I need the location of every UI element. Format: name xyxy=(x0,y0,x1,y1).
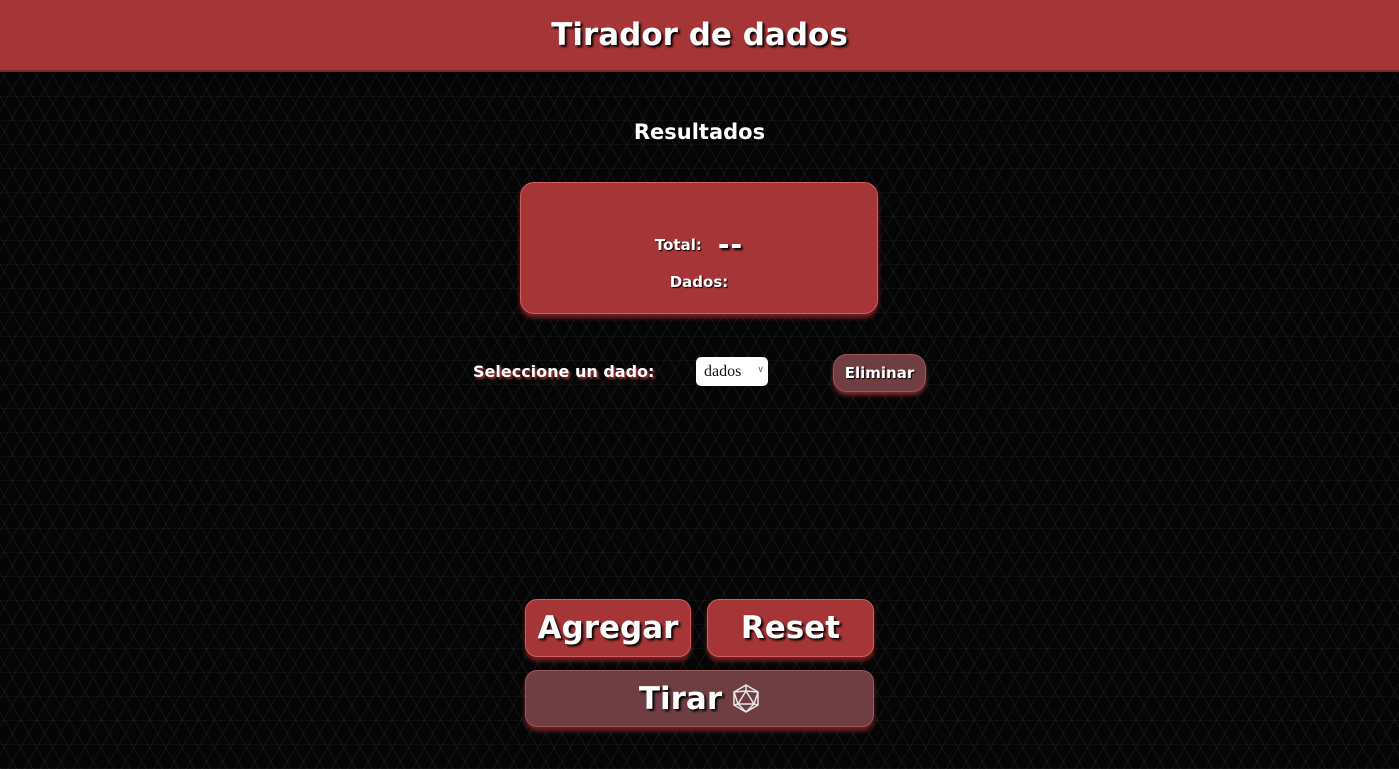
d20-icon xyxy=(733,684,759,713)
total-value: -- xyxy=(717,228,744,261)
delete-button[interactable]: Eliminar xyxy=(833,354,926,392)
dice-select-label: Seleccione un dado: xyxy=(473,362,655,381)
dice-select[interactable]: dados ∨ xyxy=(696,357,768,386)
total-row: Total: -- xyxy=(521,231,877,259)
add-button[interactable]: Agregar xyxy=(525,599,691,657)
results-panel: Total: -- Dados: xyxy=(520,182,878,314)
app-header: Tirador de dados xyxy=(0,0,1399,72)
roll-button[interactable]: Tirar xyxy=(525,670,874,727)
reset-button[interactable]: Reset xyxy=(707,599,874,657)
results-heading: Resultados xyxy=(633,120,766,144)
dice-results-label: Dados: xyxy=(669,273,729,291)
total-label: Total: xyxy=(654,236,702,254)
dice-select-value: dados xyxy=(704,362,742,380)
page-title: Tirador de dados xyxy=(551,17,848,53)
roll-button-label: Tirar xyxy=(638,680,723,717)
chevron-down-icon: ∨ xyxy=(757,365,764,375)
